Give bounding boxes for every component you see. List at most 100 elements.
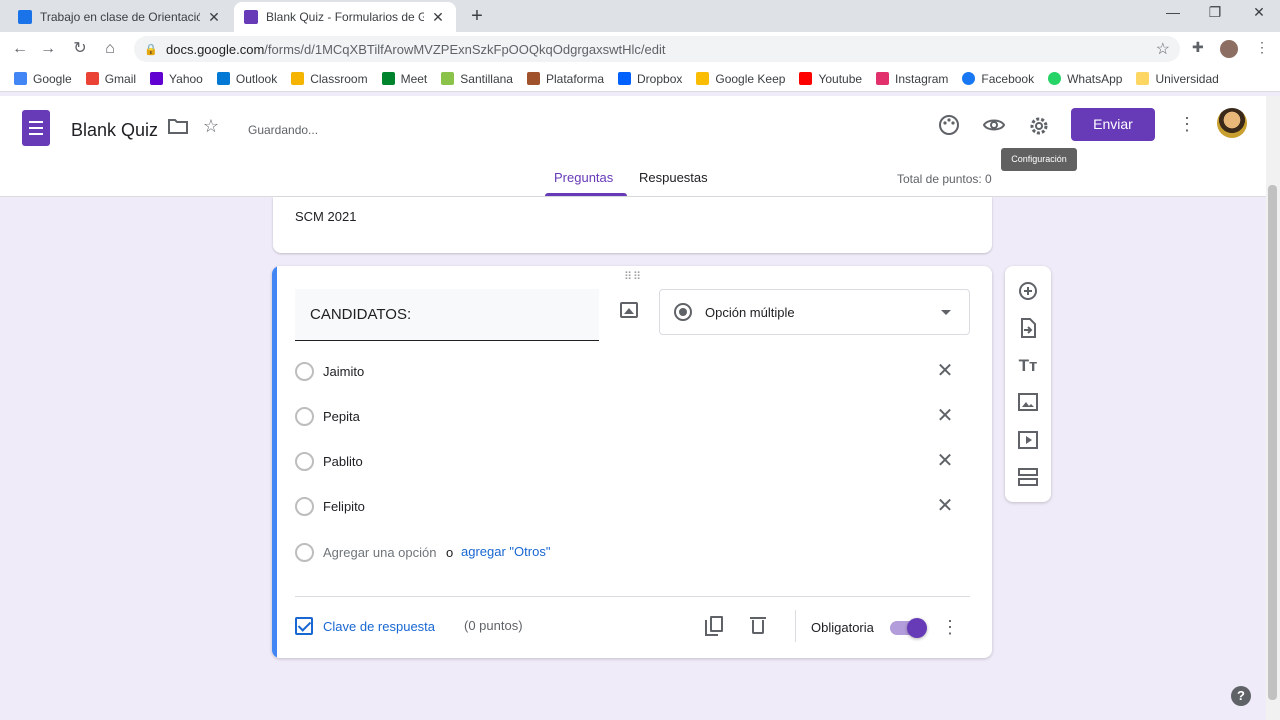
option-text[interactable]: Jaimito (323, 364, 364, 379)
google-forms-logo-icon[interactable] (22, 110, 50, 146)
browser-tab-classroom[interactable]: Trabajo en clase de Orientación 6 ✕ (8, 2, 232, 32)
address-bar[interactable]: 🔒 docs.google.com /forms/d/1MCqXBTilfAro… (134, 36, 1180, 62)
bookmark-instagram[interactable]: Instagram (876, 72, 948, 86)
plataforma-icon (526, 72, 540, 85)
add-other-link[interactable]: agregar "Otros" (461, 544, 550, 559)
option-row[interactable]: Pepita ✕ (295, 402, 970, 432)
bookmark-santillana[interactable]: Santillana (441, 72, 513, 86)
question-more-icon[interactable]: ⋮ (941, 617, 959, 637)
more-options-icon[interactable]: ⋮ (1178, 114, 1196, 135)
help-icon[interactable]: ? (1231, 686, 1251, 706)
bookmark-google[interactable]: Google (14, 72, 72, 86)
delete-icon[interactable] (750, 616, 766, 634)
save-status: Guardando... (248, 123, 319, 137)
option-text[interactable]: Pepita (323, 409, 360, 424)
url-path: /forms/d/1MCqXBTilfArowMVZPExnSzkFpOOQkq… (264, 41, 666, 57)
add-video-icon[interactable] (1018, 431, 1038, 451)
remove-option-icon[interactable]: ✕ (934, 360, 956, 382)
palette-icon[interactable] (938, 114, 960, 141)
tab-questions[interactable]: Preguntas (545, 170, 627, 196)
form-description-card[interactable]: SCM 2021 (273, 197, 992, 253)
answer-key-label: Clave de respuesta (323, 618, 436, 634)
user-avatar[interactable] (1217, 108, 1247, 138)
bookmark-label: Plataforma (545, 71, 605, 86)
page-scrollbar-thumb[interactable] (1268, 185, 1277, 700)
option-row[interactable]: Pablito ✕ (295, 447, 970, 477)
add-section-icon[interactable] (1018, 468, 1038, 488)
meet-icon (381, 72, 395, 85)
duplicate-icon[interactable] (705, 616, 723, 636)
bookmark-label: Youtube (818, 71, 863, 86)
remove-option-icon[interactable]: ✕ (934, 450, 956, 472)
question-type-dropdown[interactable]: Opción múltiple (659, 289, 970, 335)
add-image-icon[interactable] (1018, 393, 1038, 413)
browser-toolbar: ← → ↻ ⌂ 🔒 docs.google.com /forms/d/1MCqX… (0, 32, 1280, 66)
new-tab-button[interactable]: + (466, 5, 488, 27)
remove-option-icon[interactable]: ✕ (934, 405, 956, 427)
bookmark-dropbox[interactable]: Dropbox (618, 72, 682, 86)
close-tab-icon[interactable]: ✕ (206, 9, 222, 26)
classroom-icon (18, 10, 32, 24)
option-row[interactable]: Felipito ✕ (295, 492, 970, 522)
close-tab-icon[interactable]: ✕ (430, 9, 446, 26)
import-questions-icon[interactable] (1018, 318, 1038, 338)
option-text[interactable]: Pablito (323, 454, 363, 469)
restore-icon[interactable]: ❐ (1192, 4, 1238, 21)
santillana-icon (441, 72, 455, 85)
add-title-icon[interactable]: Tт (1018, 356, 1038, 376)
add-option-link[interactable]: Agregar una opción (323, 545, 436, 560)
browser-menu-icon[interactable]: ⋮ (1255, 39, 1269, 56)
close-window-icon[interactable]: ✕ (1236, 4, 1280, 21)
drag-handle-icon[interactable]: ⠿⠿ (624, 270, 642, 283)
forward-icon[interactable]: → (36, 38, 60, 60)
back-icon[interactable]: ← (8, 38, 32, 60)
star-icon[interactable]: ☆ (200, 116, 222, 137)
extensions-icon[interactable]: ✚ (1192, 39, 1204, 56)
answer-key-button[interactable]: Clave de respuesta (295, 615, 435, 637)
bookmark-meet[interactable]: Meet (381, 71, 428, 86)
bookmark-youtube[interactable]: Youtube (799, 72, 862, 86)
home-icon[interactable]: ⌂ (98, 38, 122, 60)
preview-eye-icon[interactable] (982, 114, 1006, 141)
bookmark-outlook[interactable]: Outlook (216, 72, 277, 86)
instagram-icon (876, 72, 890, 85)
form-description[interactable]: SCM 2021 (295, 209, 356, 224)
form-title[interactable]: Blank Quiz (71, 120, 158, 141)
answer-key-checkbox-icon (295, 617, 313, 635)
option-text[interactable]: Felipito (323, 499, 365, 514)
bookmark-label: Meet (400, 71, 428, 86)
keep-icon (696, 72, 710, 85)
bookmark-facebook[interactable]: Facebook (962, 72, 1034, 86)
card-footer-divider (295, 596, 970, 597)
bookmark-yahoo[interactable]: Yahoo (150, 72, 203, 86)
settings-gear-icon[interactable] (1027, 114, 1051, 143)
profile-avatar[interactable] (1220, 40, 1238, 58)
question-title-input[interactable]: CANDIDATOS: (295, 289, 599, 341)
option-row[interactable]: Jaimito ✕ (295, 357, 970, 387)
bookmark-universidad[interactable]: Universidad (1136, 72, 1219, 86)
forms-header: Blank Quiz ☆ Guardando... Enviar ⋮ Confi… (0, 96, 1266, 197)
bookmark-plataforma[interactable]: Plataforma (526, 71, 605, 86)
bookmark-whatsapp[interactable]: WhatsApp (1048, 72, 1122, 86)
tab-responses[interactable]: Respuestas (639, 170, 708, 185)
add-image-icon[interactable] (620, 302, 638, 318)
question-card[interactable]: ⠿⠿ CANDIDATOS: Opción múltiple Jaimito ✕… (272, 266, 992, 658)
radio-circle-icon (295, 362, 314, 381)
bookmark-star-icon[interactable]: ☆ (1156, 39, 1170, 59)
required-toggle[interactable] (890, 618, 927, 638)
reload-icon[interactable]: ↻ (68, 38, 92, 60)
lock-icon: 🔒 (144, 43, 158, 56)
send-button[interactable]: Enviar (1071, 108, 1155, 141)
remove-option-icon[interactable]: ✕ (934, 495, 956, 517)
required-label: Obligatoria (811, 620, 874, 635)
folder-icon[interactable] (167, 118, 189, 139)
bookmark-label: Google (33, 71, 72, 86)
bookmark-classroom[interactable]: Classroom (291, 72, 368, 86)
bookmarks-bar: Google Gmail Yahoo Outlook Classroom Mee… (0, 66, 1280, 92)
bookmark-gmail[interactable]: Gmail (85, 72, 136, 86)
bookmark-keep[interactable]: Google Keep (696, 72, 785, 86)
add-question-icon[interactable] (1018, 281, 1038, 301)
browser-tab-forms[interactable]: Blank Quiz - Formularios de Goo ✕ (234, 2, 456, 32)
minimize-icon[interactable]: — (1150, 4, 1196, 20)
youtube-icon (799, 72, 813, 85)
